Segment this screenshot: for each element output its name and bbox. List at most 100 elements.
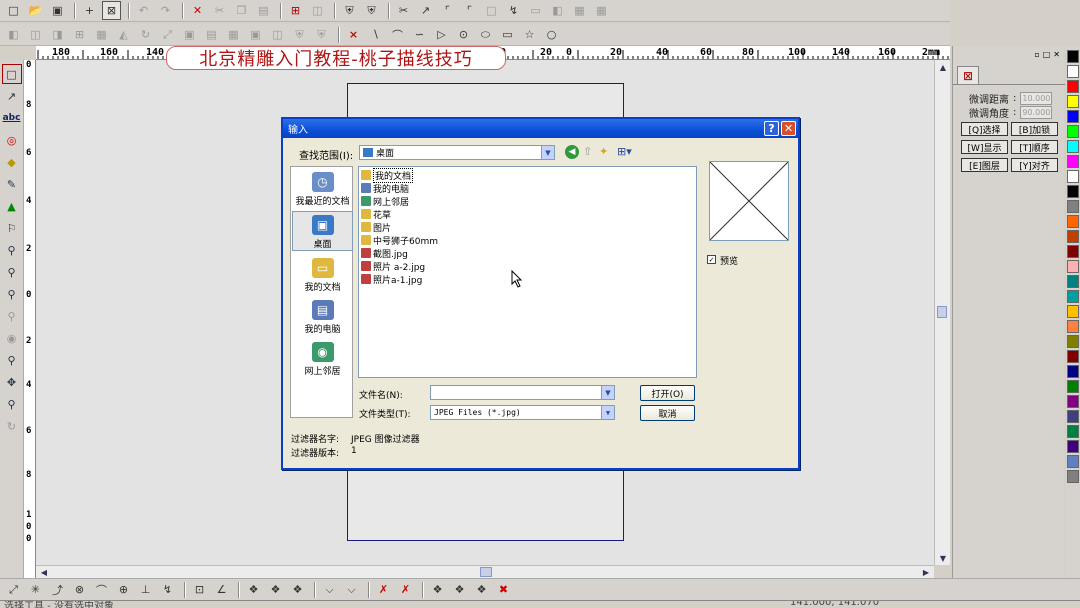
text-tool-icon[interactable]: abc <box>2 108 22 128</box>
delete-icon[interactable]: ✕ <box>188 1 207 20</box>
circle-icon[interactable]: ○ <box>542 25 561 44</box>
bezier-icon[interactable]: ▷ <box>432 25 451 44</box>
view-menu-icon[interactable]: ⊞▾ <box>617 145 632 158</box>
scroll-left-icon[interactable]: ◀ <box>37 566 51 578</box>
box-select-icon[interactable]: ⊠ <box>102 1 121 20</box>
crosshair-icon[interactable]: + <box>80 1 99 20</box>
lock-button[interactable]: [B]加锁 <box>1011 122 1058 136</box>
stamp-tool-icon[interactable]: ▲ <box>2 196 22 216</box>
corner-icon[interactable]: ⌜ <box>460 1 479 20</box>
shade-alt-icon[interactable]: ⛨ <box>312 25 331 44</box>
break-icon[interactable]: ▦ <box>592 1 611 20</box>
layer-button[interactable]: [E]图层 <box>961 158 1008 172</box>
trim-icon[interactable]: ↗ <box>416 1 435 20</box>
intersect-icon[interactable]: ⊗ <box>70 580 89 599</box>
color-swatch[interactable] <box>1067 200 1079 213</box>
transform-icon[interactable]: ◧ <box>548 1 567 20</box>
layers-icon[interactable]: ◫ <box>308 1 327 20</box>
list-item[interactable]: 中号狮子60mm <box>361 234 438 247</box>
smart-snap-2-icon[interactable]: ❖ <box>450 580 469 599</box>
color-swatch[interactable] <box>1067 245 1079 258</box>
node-snap-3-icon[interactable]: ❖ <box>288 580 307 599</box>
color-swatch[interactable] <box>1067 350 1079 363</box>
place-network[interactable]: ◉ 网上邻居 <box>292 339 353 379</box>
align-left-icon[interactable]: ◧ <box>4 25 23 44</box>
color-swatch[interactable] <box>1067 260 1079 273</box>
zoom-window-icon[interactable]: ⚲ <box>2 240 22 260</box>
shape-tool-icon[interactable]: ◎ <box>2 130 22 150</box>
color-swatch[interactable] <box>1067 230 1079 243</box>
align-button[interactable]: [Y]对齐 <box>1011 158 1058 172</box>
spline-icon[interactable]: ∽ <box>410 25 429 44</box>
color-swatch[interactable] <box>1067 170 1079 183</box>
array-icon[interactable]: ▦ <box>92 25 111 44</box>
smart-snap-3-icon[interactable]: ❖ <box>472 580 491 599</box>
restore-icon[interactable]: □ <box>1043 50 1051 59</box>
select-panel-tab[interactable]: ⊠ <box>957 66 979 84</box>
horizontal-scroll-thumb[interactable] <box>480 567 492 577</box>
align-right-icon[interactable]: ◨ <box>48 25 67 44</box>
select-tool-icon[interactable]: □ <box>1 64 22 84</box>
line-icon[interactable]: ∖ <box>366 25 385 44</box>
align-center-icon[interactable]: ◫ <box>26 25 45 44</box>
color-swatch[interactable] <box>1067 50 1079 63</box>
color-swatch[interactable] <box>1067 335 1079 348</box>
chevron-down-icon[interactable]: ▼ <box>601 406 614 419</box>
horizontal-scrollbar[interactable]: ◀ ▶ <box>36 565 934 578</box>
list-item[interactable]: 图片 <box>361 221 391 234</box>
lookin-dropdown[interactable]: 桌面 ▼ <box>359 145 555 160</box>
ungroup-icon[interactable]: ▤ <box>202 25 221 44</box>
node-snap-icon[interactable]: ❖ <box>244 580 263 599</box>
vertical-scroll-thumb[interactable] <box>937 306 947 318</box>
measure-tool-icon[interactable]: ⚐ <box>2 218 22 238</box>
place-desktop[interactable]: ▣ 桌面 <box>292 211 353 251</box>
offset-icon[interactable]: □ <box>482 1 501 20</box>
baseline-icon[interactable]: ⌵ <box>320 580 339 599</box>
place-my-documents[interactable]: ▭ 我的文档 <box>292 255 353 295</box>
shield-icon[interactable]: ⛨ <box>340 1 359 20</box>
color-swatch[interactable] <box>1067 95 1079 108</box>
snap-cross-icon[interactable]: ✗ <box>374 580 393 599</box>
scroll-down-icon[interactable]: ▼ <box>936 552 950 564</box>
list-item[interactable]: 截图.jpg <box>361 247 408 260</box>
file-list[interactable]: 我的文档 我的电脑 网上邻居 花草 图片 中号狮子60mm 截图.jpg 照片 … <box>358 166 697 378</box>
baseline-2-icon[interactable]: ⌵ <box>342 580 361 599</box>
color-swatch[interactable] <box>1067 455 1079 468</box>
ellipse-icon[interactable]: ⬭ <box>476 25 495 44</box>
node-edit-icon[interactable]: ↗ <box>2 86 22 106</box>
tangent-icon[interactable]: ⤴ <box>48 580 67 599</box>
color-swatch[interactable] <box>1067 425 1079 438</box>
save-icon[interactable]: ▣ <box>48 1 67 20</box>
pencil-tool-icon[interactable]: ✎ <box>2 174 22 194</box>
rotate-icon[interactable]: ↻ <box>136 25 155 44</box>
zoom-tool-icon[interactable]: ⚲ <box>2 394 22 414</box>
new-folder-icon[interactable]: ✦ <box>599 145 608 158</box>
list-item[interactable]: 网上邻居 <box>361 195 409 208</box>
copy-icon[interactable]: ❐ <box>232 1 251 20</box>
zoom-all-icon[interactable]: ⚲ <box>2 350 22 370</box>
zoom-in-icon[interactable]: ⚲ <box>2 262 22 282</box>
fine-angle-input[interactable]: 90.000 <box>1020 106 1053 119</box>
grid-icon[interactable]: ⊞ <box>286 1 305 20</box>
chevron-down-icon[interactable]: ▼ <box>601 386 614 399</box>
select-button[interactable]: [Q]选择 <box>961 122 1008 136</box>
list-item[interactable]: 照片 a-2.jpg <box>361 260 425 273</box>
rectangle-icon[interactable]: ▭ <box>498 25 517 44</box>
angle-snap-icon[interactable]: ∠ <box>212 580 231 599</box>
scroll-up-icon[interactable]: ▲ <box>936 61 950 73</box>
color-swatch[interactable] <box>1067 80 1079 93</box>
vertical-scrollbar[interactable]: ▲ ▼ <box>934 60 950 565</box>
color-swatch[interactable] <box>1067 125 1079 138</box>
list-item[interactable]: 照片a-1.jpg <box>361 273 422 286</box>
filetype-dropdown[interactable]: JPEG Files (*.jpg) ▼ <box>430 405 615 420</box>
preview-checkbox[interactable]: ✓ <box>707 255 716 264</box>
lock-icon[interactable]: ▣ <box>246 25 265 44</box>
color-swatch[interactable] <box>1067 380 1079 393</box>
color-swatch[interactable] <box>1067 365 1079 378</box>
cancel-button[interactable]: 取消 <box>640 405 695 421</box>
place-my-computer[interactable]: ▤ 我的电脑 <box>292 297 353 337</box>
arc-icon[interactable]: ⌒ <box>388 25 407 44</box>
open-icon[interactable]: 📂 <box>26 1 45 20</box>
hide-icon[interactable]: ◫ <box>268 25 287 44</box>
point-icon[interactable]: × <box>344 25 363 44</box>
